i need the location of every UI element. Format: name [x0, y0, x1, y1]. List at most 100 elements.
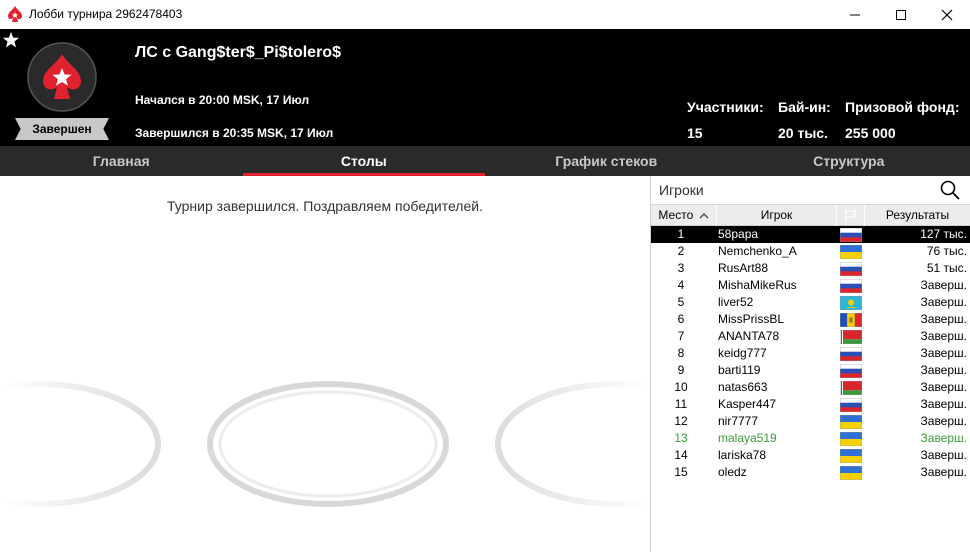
player-result: Заверш. — [920, 448, 967, 462]
table-row[interactable]: 3 RusArt88 51 тыс. — [651, 260, 970, 277]
pokerstars-icon — [8, 6, 22, 22]
table-row[interactable]: 4 MishaMikeRus Заверш. — [651, 277, 970, 294]
table-row[interactable]: 11 Kasper447 Заверш. — [651, 396, 970, 413]
player-name: oledz — [718, 465, 747, 479]
player-place: 10 — [674, 380, 688, 394]
player-name: barti119 — [718, 363, 761, 377]
player-name: lariska78 — [718, 448, 767, 462]
table-row[interactable]: 13 malaya519 Заверш. — [651, 430, 970, 447]
flag-ua-icon — [840, 466, 862, 480]
flag-ua-icon — [840, 415, 862, 429]
players-panel-title: Игроки — [659, 182, 704, 198]
flag-kz-icon — [840, 296, 862, 310]
favorite-star-icon[interactable] — [2, 31, 20, 49]
flag-by-icon — [840, 381, 862, 395]
player-name: keidg777 — [718, 346, 767, 360]
player-place: 4 — [677, 278, 685, 292]
column-place[interactable]: Место — [651, 205, 717, 226]
table-row[interactable]: 10 natas663 Заверш. — [651, 379, 970, 396]
window-title: Лобби турнира 2962478403 — [29, 7, 183, 21]
flag-ua-icon — [840, 449, 862, 463]
player-name: MissPrissBL — [718, 312, 785, 326]
player-name: ANANTA78 — [718, 329, 780, 343]
player-place: 11 — [674, 397, 688, 411]
table-row[interactable]: 8 keidg777 Заверш. — [651, 345, 970, 362]
player-name: RusArt88 — [718, 261, 769, 275]
player-name: natas663 — [718, 380, 768, 394]
flag-ua-icon — [840, 245, 862, 259]
end-time: Завершился в 20:35 MSK, 17 Июл — [135, 126, 334, 140]
player-result: Заверш. — [920, 329, 967, 343]
players-table-body: 1 58papa 127 тыс. 2 Nemchenko_A 76 тыс. 3 RusAr… — [651, 226, 970, 481]
player-place: 13 — [674, 431, 688, 445]
tab-stack-chart[interactable]: График стеков — [485, 146, 728, 176]
flag-ua-icon — [840, 432, 862, 446]
flag-by-icon — [840, 330, 862, 344]
player-place: 9 — [677, 363, 685, 377]
table-row[interactable]: 1 58papa 127 тыс. — [651, 226, 970, 243]
minimize-icon — [850, 14, 860, 15]
player-result: 127 тыс. — [920, 227, 967, 241]
column-player[interactable]: Игрок — [717, 205, 837, 226]
player-name: Nemchenko_A — [718, 244, 797, 258]
tab-structure[interactable]: Структура — [728, 146, 970, 176]
spade-logo-icon — [27, 42, 97, 112]
buyin-label: Бай-ин: — [778, 99, 831, 115]
column-flag[interactable] — [837, 205, 865, 226]
flag-ru-icon — [840, 347, 862, 361]
table-row[interactable]: 12 nir7777 Заверш. — [651, 413, 970, 430]
close-button[interactable] — [924, 0, 970, 29]
tournament-header: Завершен ЛС с Gang$ter$_Pi$tolero$ Начал… — [0, 29, 970, 146]
player-result: Заверш. — [920, 346, 967, 360]
flag-ru-icon — [840, 279, 862, 293]
player-place: 14 — [674, 448, 688, 462]
table-row[interactable]: 14 lariska78 Заверш. — [651, 447, 970, 464]
close-icon — [941, 9, 953, 20]
table-row[interactable]: 6 MissPrissBL Заверш. — [651, 311, 970, 328]
tab-tables[interactable]: Столы — [242, 146, 486, 176]
players-count-value: 15 — [687, 125, 703, 141]
players-count-label: Участники: — [687, 99, 764, 115]
search-icon[interactable] — [939, 179, 961, 201]
player-result: Заверш. — [920, 414, 967, 428]
table-row[interactable]: 7 ANANTA78 Заверш. — [651, 328, 970, 345]
player-name: Kasper447 — [718, 397, 777, 411]
player-result: 76 тыс. — [926, 244, 967, 258]
table-placeholder-graphic — [0, 356, 650, 552]
tournament-title: ЛС с Gang$ter$_Pi$tolero$ — [135, 44, 341, 61]
maximize-button[interactable] — [878, 0, 924, 29]
tables-view: Турнир завершился. Поздравляем победител… — [0, 176, 650, 552]
table-row[interactable]: 15 oledz Заверш. — [651, 464, 970, 481]
window-titlebar: Лобби турнира 2962478403 — [0, 0, 970, 29]
sort-asc-icon — [699, 212, 709, 219]
player-result: Заверш. — [920, 278, 967, 292]
player-place: 15 — [674, 465, 688, 479]
player-place: 1 — [677, 227, 685, 241]
player-place: 8 — [677, 346, 685, 360]
players-panel: Игроки Место Игрок Результаты 1 58papa 127… — [650, 176, 970, 552]
table-row[interactable]: 2 Nemchenko_A 76 тыс. — [651, 243, 970, 260]
tab-main[interactable]: Главная — [0, 146, 243, 176]
player-name: MishaMikeRus — [718, 278, 797, 292]
player-result: Заверш. — [920, 312, 967, 326]
player-result: Заверш. — [920, 397, 967, 411]
player-place: 6 — [677, 312, 685, 326]
player-result: Заверш. — [920, 465, 967, 479]
player-name: liver52 — [718, 295, 754, 309]
player-place: 2 — [677, 244, 685, 258]
table-row[interactable]: 9 barti119 Заверш. — [651, 362, 970, 379]
flag-column-icon — [844, 209, 857, 222]
player-place: 5 — [677, 295, 685, 309]
prize-pool-value: 255 000 — [845, 125, 896, 141]
minimize-button[interactable] — [832, 0, 878, 29]
player-result: 51 тыс. — [926, 261, 967, 275]
column-results[interactable]: Результаты — [865, 205, 970, 226]
status-badge: Завершен — [15, 118, 109, 140]
buyin-value: 20 тыс. — [778, 125, 828, 141]
player-place: 3 — [677, 261, 685, 275]
table-row[interactable]: 5 liver52 Заверш. — [651, 294, 970, 311]
player-name: malaya519 — [718, 431, 777, 445]
player-place: 7 — [677, 329, 685, 343]
maximize-icon — [896, 9, 906, 20]
flag-ru-icon — [840, 364, 862, 378]
